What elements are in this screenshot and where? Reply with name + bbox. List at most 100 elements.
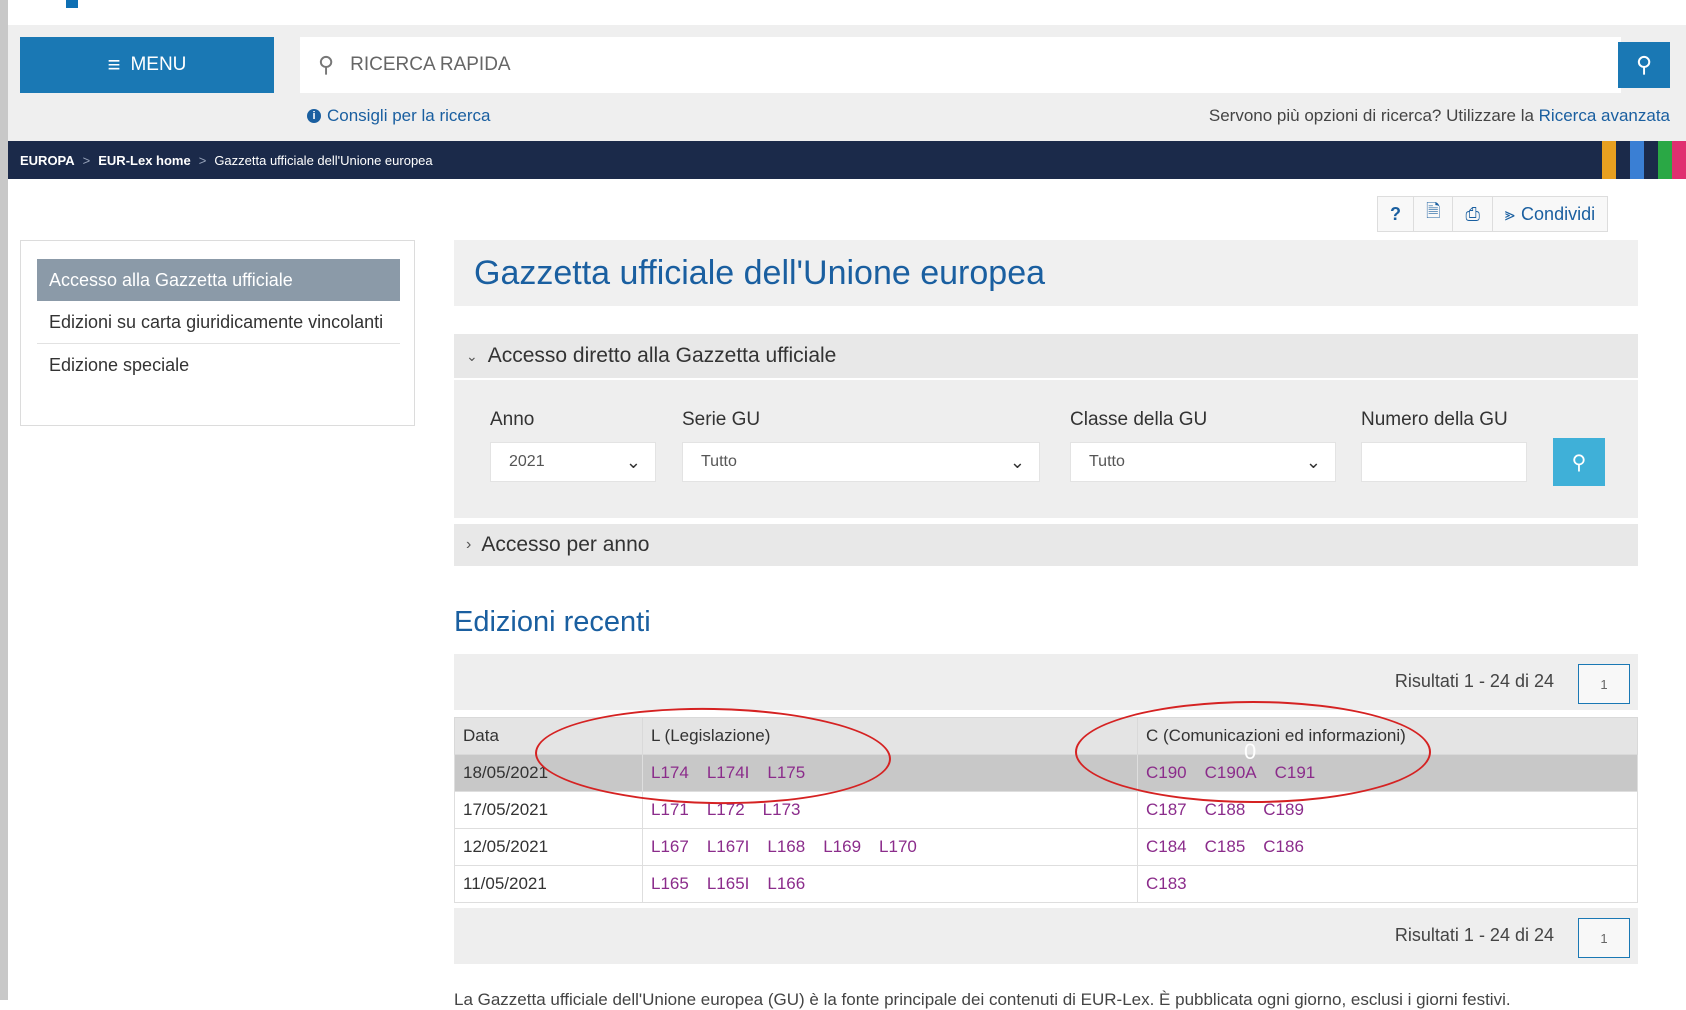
- page-left-border: [0, 0, 8, 1000]
- number-label: Numero della GU: [1361, 409, 1508, 430]
- breadcrumb-item-current: Gazzetta ufficiale dell'Unione europea: [214, 152, 433, 168]
- direct-access-search-button[interactable]: ⚲: [1553, 438, 1605, 486]
- page-selector[interactable]: 1: [1578, 664, 1630, 704]
- row-c-cell: C187 C188 C189: [1137, 791, 1638, 829]
- edition-link[interactable]: L170: [879, 837, 917, 856]
- direct-access-panel: Anno 2021 ⌄ Serie GU Tutto ⌄ Classe dell…: [454, 380, 1638, 518]
- edition-link[interactable]: C190A: [1205, 763, 1257, 782]
- quick-search[interactable]: ⚲: [300, 37, 1621, 93]
- recent-editions-title: Edizioni recenti: [454, 606, 651, 638]
- class-select-value: Tutto: [1089, 453, 1125, 470]
- edition-link[interactable]: C187: [1146, 800, 1187, 819]
- search-tips-link[interactable]: i Consigli per la ricerca: [307, 106, 490, 126]
- results-bar-bottom: Risultati 1 - 24 di 24 1: [454, 908, 1638, 964]
- series-select-value: Tutto: [701, 453, 737, 470]
- sidenav-item-special-edition[interactable]: Edizione speciale: [37, 344, 400, 386]
- edition-link[interactable]: C183: [1146, 874, 1187, 893]
- edition-link[interactable]: L172: [707, 800, 745, 819]
- page-selector[interactable]: 1: [1578, 918, 1630, 958]
- share-icon: ⪢: [1504, 203, 1516, 224]
- edition-link[interactable]: L165: [651, 874, 689, 893]
- advanced-search-prefix: Servono più opzioni di ricerca? Utilizza…: [1208, 106, 1539, 125]
- pdf-button[interactable]: 🗎: [1414, 197, 1454, 231]
- edition-link[interactable]: L168: [767, 837, 805, 856]
- search-icon: ⚲: [1635, 52, 1653, 77]
- row-date: 12/05/2021: [454, 828, 643, 866]
- column-header-l: L (Legislazione): [642, 717, 1138, 755]
- breadcrumb: EUROPA > EUR-Lex home > Gazzetta ufficia…: [8, 141, 1686, 179]
- page-title: Gazzetta ufficiale dell'Unione europea: [474, 253, 1046, 292]
- year-select-value: 2021: [509, 453, 545, 470]
- row-l-cell: L174 L174I L175: [642, 754, 1138, 792]
- edition-link[interactable]: L174I: [707, 763, 750, 782]
- edition-link[interactable]: L173: [763, 800, 801, 819]
- edition-link[interactable]: L165I: [707, 874, 750, 893]
- table-row: 12/05/2021 L167 L167I L168 L169 L170 C184 C18…: [454, 828, 1638, 866]
- search-tips-label: Consigli per la ricerca: [327, 106, 491, 125]
- breadcrumb-separator: >: [82, 152, 91, 168]
- edition-link[interactable]: L169: [823, 837, 861, 856]
- results-count: Risultati 1 - 24 di 24: [1394, 671, 1554, 691]
- sidenav-item-access[interactable]: Accesso alla Gazzetta ufficiale: [37, 259, 400, 301]
- edition-link[interactable]: C185: [1205, 837, 1246, 856]
- number-input[interactable]: [1361, 442, 1527, 482]
- row-c-cell: C183: [1137, 865, 1638, 903]
- edition-link[interactable]: C191: [1275, 763, 1316, 782]
- class-label: Classe della GU: [1070, 409, 1208, 430]
- table-row: 18/05/2021 L174 L174I L175 C190 C190A C191: [454, 754, 1638, 792]
- info-icon: i: [307, 109, 321, 123]
- page-title-box: Gazzetta ufficiale dell'Unione europea: [454, 240, 1638, 306]
- brand-stripes: [1602, 141, 1686, 179]
- chevron-down-icon: ⌄: [1009, 451, 1025, 472]
- edition-link[interactable]: C186: [1263, 837, 1304, 856]
- row-date: 17/05/2021: [454, 791, 643, 829]
- edition-link[interactable]: C190: [1146, 763, 1187, 782]
- breadcrumb-item-europa[interactable]: EUROPA: [20, 153, 75, 168]
- table-row: 17/05/2021 L171 L172 L173 C187 C188 C189: [454, 791, 1638, 829]
- breadcrumb-item-eurlex-home[interactable]: EUR-Lex home: [98, 153, 190, 168]
- menu-button[interactable]: ≡ MENU: [20, 37, 274, 93]
- side-navigation: Accesso alla Gazzetta ufficiale Edizioni…: [20, 240, 415, 426]
- edition-link[interactable]: L174: [651, 763, 689, 782]
- edition-link[interactable]: C184: [1146, 837, 1187, 856]
- menu-label: MENU: [130, 54, 187, 75]
- edition-link[interactable]: L167: [651, 837, 689, 856]
- help-button[interactable]: ?: [1378, 197, 1414, 231]
- results-count: Risultati 1 - 24 di 24: [1394, 925, 1554, 945]
- direct-access-toggle[interactable]: ⌄ Accesso diretto alla Gazzetta ufficial…: [454, 334, 1638, 378]
- quick-search-input[interactable]: [348, 53, 1453, 77]
- annotation-mark: 0: [1244, 739, 1257, 764]
- edition-link[interactable]: L175: [767, 763, 805, 782]
- row-date: 18/05/2021: [454, 754, 643, 792]
- advanced-search-link[interactable]: Ricerca avanzata: [1539, 106, 1670, 125]
- column-header-c: C (Comunicazioni ed informazioni): [1137, 717, 1638, 755]
- menu-icon: ≡: [107, 52, 121, 77]
- row-l-cell: L171 L172 L173: [642, 791, 1138, 829]
- chevron-down-icon: ⌄: [1305, 451, 1321, 472]
- access-by-year-title: Accesso per anno: [481, 533, 650, 556]
- year-select[interactable]: 2021 ⌄: [490, 442, 656, 482]
- edition-link[interactable]: L167I: [707, 837, 750, 856]
- chevron-down-icon: ⌄: [466, 347, 478, 364]
- series-select[interactable]: Tutto ⌄: [682, 442, 1040, 482]
- edition-link[interactable]: L166: [767, 874, 805, 893]
- help-icon: ?: [1390, 203, 1401, 224]
- page-tools: ? 🗎 ⎙ ⪢ Condividi: [1377, 196, 1609, 232]
- access-by-year-toggle[interactable]: › Accesso per anno: [454, 524, 1638, 566]
- print-icon: ⎙: [1465, 203, 1480, 224]
- sidenav-item-paper-editions[interactable]: Edizioni su carta giuridicamente vincola…: [37, 301, 400, 344]
- edition-link[interactable]: L171: [651, 800, 689, 819]
- class-select[interactable]: Tutto ⌄: [1070, 442, 1336, 482]
- print-button[interactable]: ⎙: [1453, 197, 1493, 231]
- edition-link[interactable]: C189: [1263, 800, 1304, 819]
- row-date: 11/05/2021: [454, 865, 643, 903]
- share-button[interactable]: ⪢ Condividi: [1493, 197, 1607, 231]
- chevron-right-icon: ›: [466, 536, 472, 553]
- row-l-cell: L165 L165I L166: [642, 865, 1138, 903]
- edition-link[interactable]: C188: [1205, 800, 1246, 819]
- column-header-date: Data: [454, 717, 643, 755]
- table-header-row: Data L (Legislazione) C (Comunicazioni e…: [454, 717, 1638, 755]
- breadcrumb-separator: >: [198, 152, 207, 168]
- search-button[interactable]: ⚲: [1618, 42, 1670, 88]
- row-c-cell: C184 C185 C186: [1137, 828, 1638, 866]
